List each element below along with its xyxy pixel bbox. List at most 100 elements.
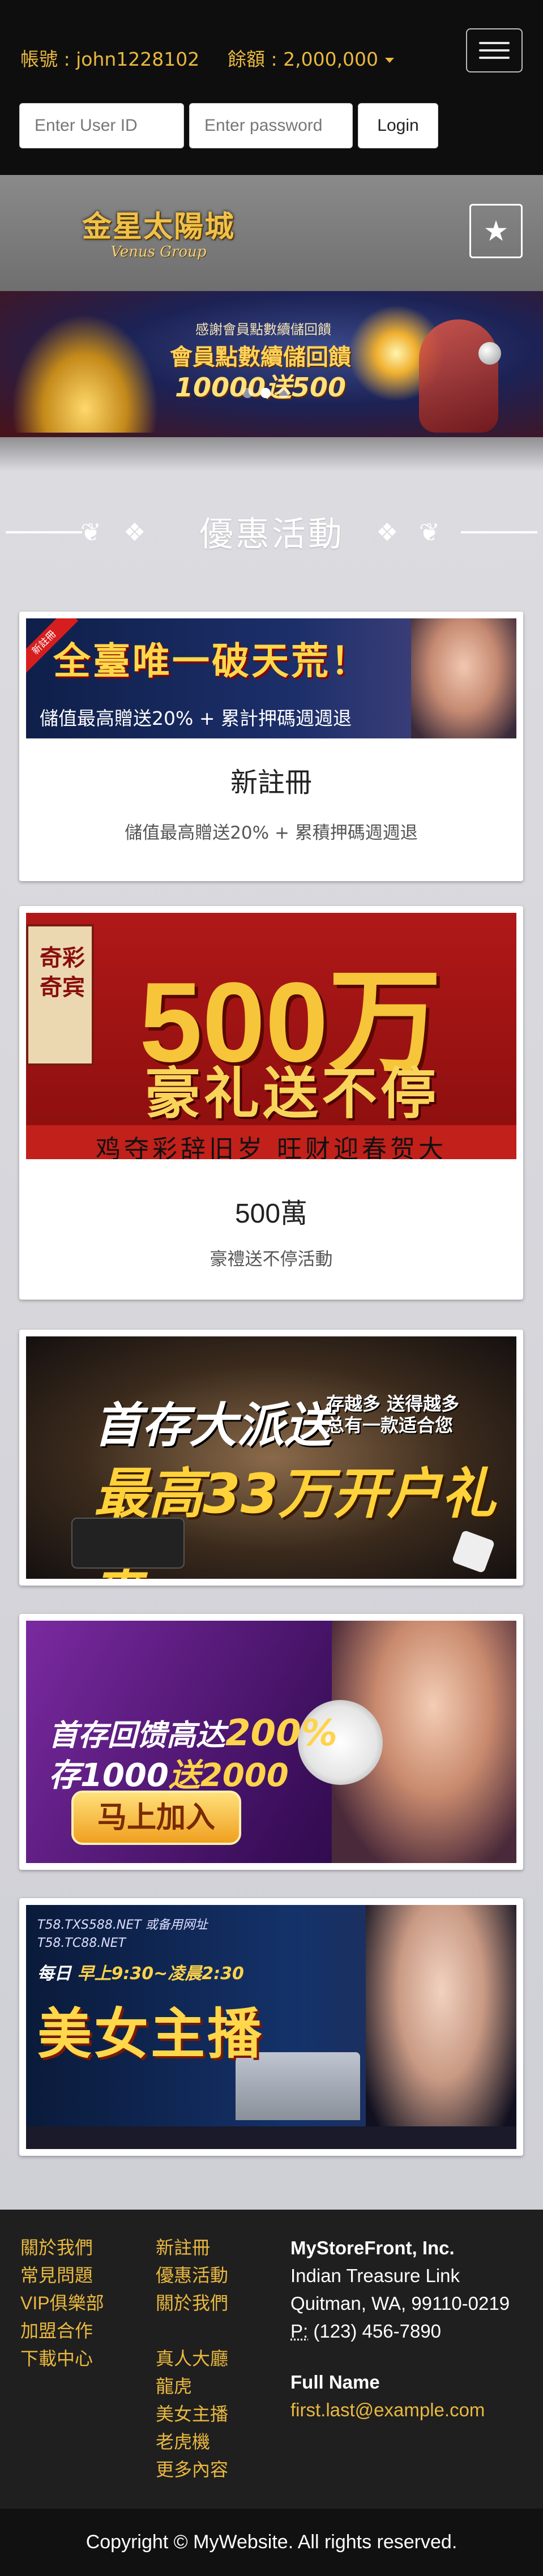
banner-subtext: 儲值最高贈送20% + 累計押碼週週退 — [40, 707, 352, 729]
model-photo — [411, 618, 516, 738]
banner-hours: 每日 早上9:30~凌晨2:30 — [37, 1959, 244, 1984]
star-icon: ★ — [483, 215, 509, 247]
hero-caption-small: 感謝會員點數續儲回饋 — [195, 322, 331, 338]
ornament-icon: ❦ — [419, 518, 440, 547]
banner-headline: 首存大派送 — [94, 1398, 332, 1453]
copyright-text: Copyright © MyWebsite. All rights reserv… — [85, 2531, 458, 2553]
balance-dropdown[interactable]: 餘額 : 2,000,000 — [228, 44, 395, 71]
hamburger-icon-bar — [479, 57, 510, 59]
content-shadow — [0, 437, 543, 471]
footer-contact: Full Name first.last@example.com — [290, 2368, 485, 2424]
section-title: 優惠活動 — [199, 515, 344, 554]
footer-link[interactable]: VIP俱樂部 — [20, 2289, 104, 2317]
contact-name: Full Name — [290, 2372, 380, 2393]
promo-description: 豪禮送不停活動 — [209, 1249, 333, 1270]
footer-link[interactable]: 新註冊 — [156, 2234, 228, 2262]
balance-label: 餘額 : 2,000,000 — [228, 48, 379, 70]
company-name: MyStoreFront, Inc. — [290, 2237, 455, 2258]
promo-description: 儲值最高贈送20% + 累積押碼週週退 — [125, 823, 418, 843]
login-button[interactable]: Login — [358, 103, 438, 148]
banner-text: 首存回馈高达 — [49, 1719, 226, 1753]
banner-tagline: 存越多 送得越多 总有一款适合您 — [326, 1393, 460, 1436]
join-now-button[interactable]: 马上加入 — [71, 1791, 241, 1845]
model-photo — [366, 1905, 516, 2149]
promo-banner-image: T58.TXS588.NET 或备用网址 T58.TC88.NET 每日 早上9… — [26, 1905, 516, 2149]
carousel-dot[interactable] — [279, 388, 289, 398]
promo-banner-image: 奇彩奇宾 500万 豪礼送不停 鸡夺彩辞旧岁 旺财迎春贺大 — [26, 913, 516, 1159]
hero-caption-offer: 10000送500 — [174, 372, 347, 403]
footer-link[interactable]: 龍虎 — [156, 2373, 228, 2400]
footer-link[interactable]: 關於我們 — [20, 2234, 104, 2262]
phone-number: (123) 456-7890 — [308, 2321, 442, 2342]
footer-link[interactable]: 加盟合作 — [20, 2317, 104, 2345]
divider-line-left — [6, 531, 82, 533]
banner-slogan: 豪礼送不停 — [145, 1062, 440, 1126]
footer-link[interactable]: 老虎機 — [156, 2428, 228, 2456]
venus-group-logo[interactable]: 金星太陽城 Venus Group — [68, 187, 249, 280]
phone-line: P: (123) 456-7890 — [290, 2317, 510, 2345]
city-address: Quitman, WA, 99110-0219 — [290, 2293, 510, 2314]
promo-card-first-deposit[interactable]: 首存大派送 存越多 送得越多 总有一款适合您 最高33万开户礼金 — [19, 1330, 523, 1586]
street-address: Indian Treasure Link — [290, 2265, 460, 2286]
footer-link[interactable]: 常見問題 — [20, 2262, 104, 2289]
banner-text: 每日 — [37, 1964, 71, 1984]
divider-line-right — [461, 531, 537, 533]
soccer-player-graphic — [419, 319, 498, 433]
ornament-icon: ❖ — [123, 518, 146, 547]
footer-link[interactable]: 關於我們 — [156, 2289, 228, 2317]
banner-side-panel: 奇彩奇宾 — [26, 924, 94, 1066]
user-id-placeholder: Enter User ID — [35, 116, 138, 135]
banner-highlight: 200% — [225, 1712, 337, 1754]
promo-banner-image: 首存回馈高达200% 存1000送2000 马上加入 — [26, 1621, 516, 1863]
promo-title: 500萬 — [234, 1199, 308, 1229]
promo-banner-image: 首存大派送 存越多 送得越多 总有一款适合您 最高33万开户礼金 — [26, 1336, 516, 1579]
caret-down-icon — [385, 58, 395, 63]
phone-abbr: P: — [290, 2321, 309, 2342]
promo-card-500wan[interactable]: 奇彩奇宾 500万 豪礼送不停 鸡夺彩辞旧岁 旺财迎春贺大 500萬 豪禮送不停… — [19, 906, 523, 1300]
banner-highlight: 早上9:30~凌晨2:30 — [77, 1964, 244, 1984]
footer-link[interactable]: 真人大廳 — [156, 2345, 228, 2373]
copyright-bar: Copyright © MyWebsite. All rights reserv… — [0, 2509, 543, 2576]
promo-card-deposit-bonus[interactable]: 首存回馈高达200% 存1000送2000 马上加入 — [19, 1614, 523, 1870]
phone-graphic — [71, 1518, 185, 1569]
banner-headline: 美女主播 — [37, 2002, 264, 2066]
footer-spacer — [156, 2317, 228, 2345]
banner-headline: 首存回馈高达200% — [49, 1711, 337, 1754]
contact-email-link[interactable]: first.last@example.com — [290, 2396, 485, 2424]
ornament-icon: ❦ — [80, 518, 101, 547]
banner-highlight: 送2000 — [168, 1757, 289, 1794]
promo-card-live-host[interactable]: T58.TXS588.NET 或备用网址 T58.TC88.NET 每日 早上9… — [19, 1898, 523, 2156]
video-controls-bar — [26, 2126, 516, 2149]
banner-text: 存1000 — [49, 1757, 169, 1794]
banner-side-text: 奇彩奇宾 — [40, 945, 85, 1001]
banner-urls: T58.TXS588.NET 或备用网址 T58.TC88.NET — [37, 1918, 208, 1950]
banner-bottom-text: 鸡夺彩辞旧岁 旺财迎春贺大 — [96, 1135, 447, 1159]
footer-address: MyStoreFront, Inc. Indian Treasure Link … — [290, 2234, 510, 2345]
promo-banner-image: 新註冊 全臺唯一破天荒！ 儲值最高贈送20% + 累計押碼週週退 — [26, 618, 516, 738]
ornament-icon: ❖ — [376, 518, 399, 547]
user-id-input[interactable]: Enter User ID — [19, 103, 184, 148]
footer-link[interactable]: 更多內容 — [156, 2456, 228, 2484]
menu-toggle-button[interactable] — [466, 28, 523, 72]
hero-carousel[interactable]: 感謝會員點數續儲回饋 會員點數續儲回饋 10000送500 — [0, 291, 543, 437]
carousel-indicators — [242, 388, 289, 398]
footer-links-col1: 關於我們 常見問題 VIP俱樂部 加盟合作 下載中心 — [20, 2234, 104, 2373]
logo-text-cn: 金星太陽城 — [82, 210, 235, 244]
soccer-ball-icon — [478, 342, 501, 365]
logo-text-en: Venus Group — [110, 243, 207, 260]
hamburger-icon-bar — [479, 49, 510, 52]
favorite-star-button[interactable]: ★ — [469, 204, 523, 258]
footer-link[interactable]: 美女主播 — [156, 2400, 228, 2428]
carousel-dot-active[interactable] — [260, 388, 271, 398]
password-input[interactable]: Enter password — [189, 103, 353, 148]
promo-title: 新註冊 — [230, 768, 312, 798]
hamburger-icon — [479, 42, 510, 44]
footer-link[interactable]: 優惠活動 — [156, 2262, 228, 2289]
password-placeholder: Enter password — [204, 116, 323, 135]
promo-card-new-register[interactable]: 新註冊 全臺唯一破天荒！ 儲值最高贈送20% + 累計押碼週週退 新註冊 儲值最… — [19, 612, 523, 881]
banner-offer: 存1000送2000 — [49, 1750, 289, 1796]
carousel-dot[interactable] — [242, 388, 253, 398]
footer-link[interactable]: 下載中心 — [20, 2345, 104, 2373]
gold-coins-graphic — [11, 314, 159, 433]
account-label: 帳號 : john1228102 — [20, 48, 200, 70]
